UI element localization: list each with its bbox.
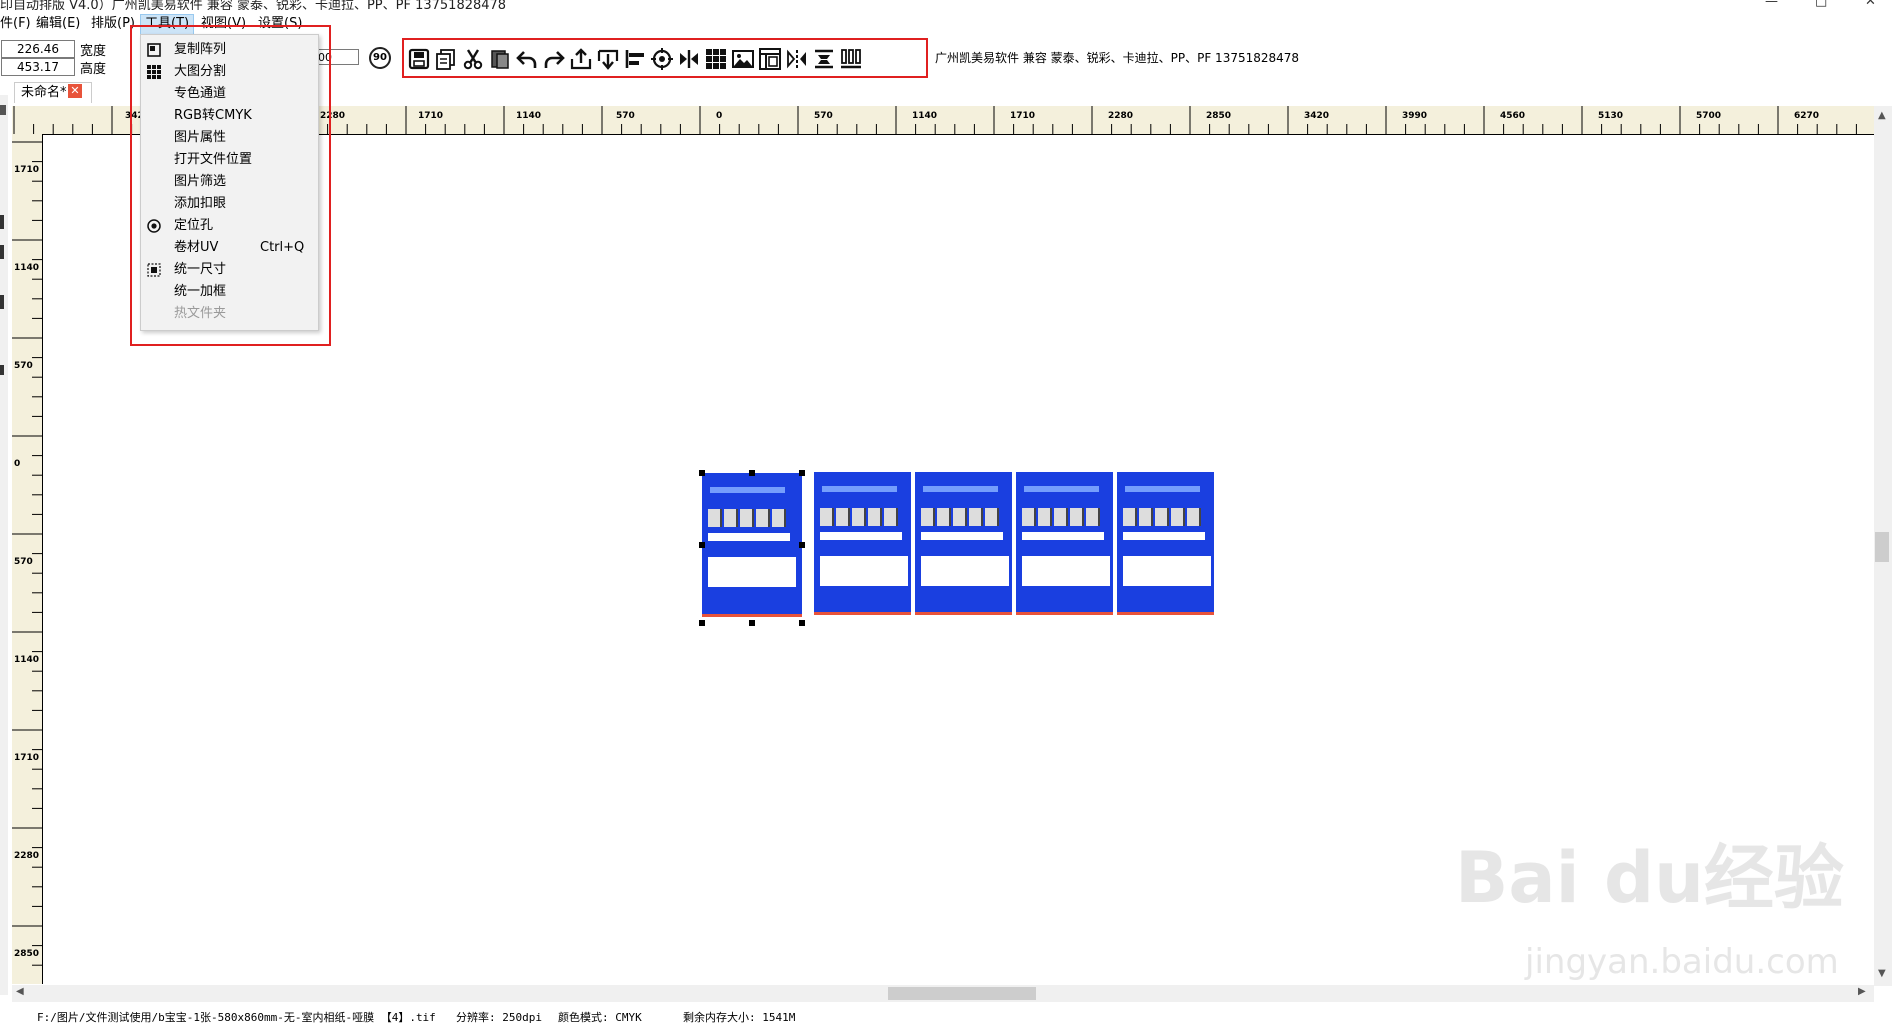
grid-icon[interactable] — [703, 47, 729, 71]
pointer-tool-icon[interactable] — [0, 105, 6, 115]
horizontal-scroll-thumb[interactable] — [888, 987, 1036, 1000]
v-ruler-label: 0 — [14, 459, 21, 469]
h-ruler-label: 0 — [716, 111, 723, 121]
flip-icon[interactable] — [676, 47, 702, 71]
save-icon[interactable] — [406, 47, 432, 71]
vertical-scroll-thumb[interactable] — [1875, 532, 1889, 562]
status-bar: F:/图片/文件测试使用/b宝宝-1张-580x860mm-无-室内相纸-哑膜 … — [0, 1006, 1895, 1029]
redo-icon[interactable] — [541, 47, 567, 71]
v-ruler-label: 1710 — [14, 165, 40, 175]
h-ruler-label: 2850 — [1206, 111, 1232, 121]
dropdown-highlight-frame — [130, 25, 331, 346]
maximize-button[interactable]: □ — [1815, 0, 1827, 9]
resize-handle[interactable] — [699, 542, 705, 548]
title-bar: 印自动排版 V4.0）广州凯美易软件 兼容 蒙泰、锐彩、卡迪拉、PP、PF 13… — [0, 0, 1895, 10]
tab-label: 未命名* — [21, 85, 67, 100]
resize-handle[interactable] — [749, 470, 755, 476]
scroll-down-icon[interactable]: ▼ — [1878, 968, 1886, 979]
h-ruler-label: 6270 — [1794, 111, 1820, 121]
paste-icon[interactable] — [487, 47, 513, 71]
layout-image[interactable] — [1016, 472, 1113, 615]
h-ruler-label: 3990 — [1402, 111, 1428, 121]
layout-image[interactable] — [814, 472, 911, 615]
status-file-path: F:/图片/文件测试使用/b宝宝-1张-580x860mm-无-室内相纸-哑膜 … — [37, 1011, 436, 1024]
tool-icon-d[interactable] — [0, 365, 4, 375]
x-position-field[interactable]: 226.46 — [1, 40, 75, 58]
copy-icon[interactable] — [433, 47, 459, 71]
resize-handle[interactable] — [699, 470, 705, 476]
rotate-90-button[interactable]: 90 — [369, 47, 391, 69]
resize-handle[interactable] — [799, 470, 805, 476]
h-ruler-label: 4560 — [1500, 111, 1526, 121]
minimize-button[interactable]: — — [1765, 0, 1778, 9]
h-ruler-label: 5700 — [1696, 111, 1722, 121]
tool-icon-a[interactable] — [0, 215, 4, 229]
height-label: 高度 — [80, 62, 107, 77]
scroll-right-icon[interactable]: ▶ — [1858, 986, 1866, 997]
scroll-left-icon[interactable]: ◀ — [16, 986, 24, 997]
y-position-field[interactable]: 453.17 — [1, 58, 75, 76]
tool-icon-b[interactable] — [0, 245, 4, 259]
menu-edit[interactable]: 编辑(E) — [32, 14, 84, 34]
resize-handle[interactable] — [799, 542, 805, 548]
cut-icon[interactable] — [460, 47, 486, 71]
h-ruler-label: 5130 — [1598, 111, 1624, 121]
v-ruler-label: 2850 — [14, 949, 40, 959]
window-title: 印自动排版 V4.0）广州凯美易软件 兼容 蒙泰、锐彩、卡迪拉、PP、PF 13… — [0, 0, 507, 10]
v-ruler-label: 1140 — [14, 655, 40, 665]
vertical-ruler: 1710 1140 570 0 570 1140 1710 2280 2850 — [12, 134, 43, 984]
import-icon[interactable] — [595, 47, 621, 71]
v-ruler-label: 1710 — [14, 753, 40, 763]
v-ruler-label: 570 — [14, 557, 33, 567]
left-tool-strip — [0, 95, 8, 995]
h-ruler-label: 1710 — [418, 111, 444, 121]
baidu-watermark: Bai du经验 — [1455, 837, 1844, 919]
v-ruler-label: 1140 — [14, 263, 40, 273]
main-toolbar — [402, 38, 928, 78]
h-ruler-label: 1140 — [516, 111, 542, 121]
layout-image[interactable] — [1117, 472, 1214, 615]
v-ruler-label: 570 — [14, 361, 33, 371]
resize-handle[interactable] — [699, 620, 705, 626]
crosshair-icon[interactable] — [649, 47, 675, 71]
menu-file[interactable]: 件(F) — [0, 14, 35, 34]
mirror-icon[interactable] — [784, 47, 810, 71]
h-ruler-label: 3420 — [1304, 111, 1330, 121]
align-left-icon[interactable] — [622, 47, 648, 71]
export-icon[interactable] — [568, 47, 594, 71]
resize-handle[interactable] — [749, 620, 755, 626]
tool-icon-c[interactable] — [0, 295, 4, 309]
h-ruler-label: 1710 — [1010, 111, 1036, 121]
v-ruler-label: 2280 — [14, 851, 40, 861]
layout-icon[interactable] — [757, 47, 783, 71]
width-label: 宽度 — [80, 44, 107, 59]
image-icon[interactable] — [730, 47, 756, 71]
columns-icon[interactable] — [838, 47, 864, 71]
layout-image-selected[interactable] — [702, 473, 802, 617]
company-info: 广州凯美易软件 兼容 蒙泰、锐彩、卡迪拉、PP、PF 13751828478 — [935, 51, 1300, 65]
tab-close-icon[interactable]: ✕ — [68, 84, 82, 98]
status-memory: 剩余内存大小: 1541M — [683, 1011, 796, 1024]
h-ruler-label: 570 — [814, 111, 833, 121]
stack-icon[interactable] — [811, 47, 837, 71]
resize-handle[interactable] — [799, 620, 805, 626]
h-ruler-label: 2280 — [1108, 111, 1134, 121]
close-button[interactable]: ✕ — [1865, 0, 1876, 9]
layout-image[interactable] — [915, 472, 1012, 615]
scroll-up-icon[interactable]: ▲ — [1878, 110, 1886, 121]
status-color-mode: 颜色模式: CMYK — [558, 1011, 642, 1024]
h-ruler-label: 570 — [616, 111, 635, 121]
status-resolution: 分辨率: 250dpi — [456, 1011, 542, 1024]
h-ruler-label: 1140 — [912, 111, 938, 121]
undo-icon[interactable] — [514, 47, 540, 71]
baidu-watermark-url: jingyan.baidu.com — [1525, 942, 1839, 982]
